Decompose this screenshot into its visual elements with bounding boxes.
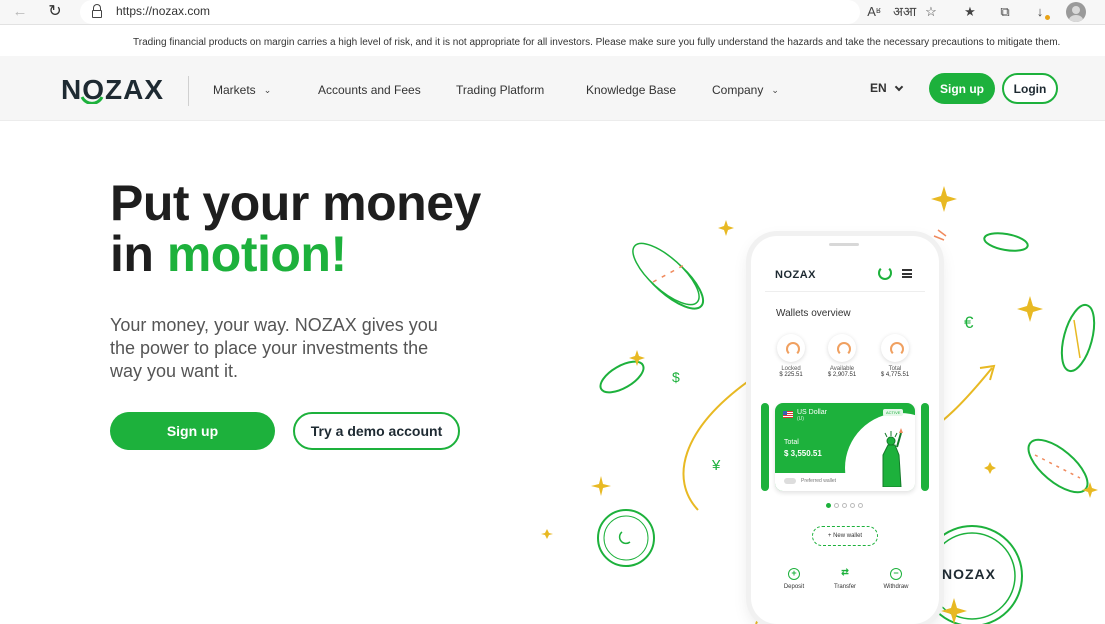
hero-title-prefix: in [110, 226, 167, 282]
hero-subtitle: Your money, your way. NOZAX gives you th… [110, 315, 438, 381]
translate-icon[interactable]: अआ [893, 3, 916, 21]
deposit-action: + Deposit [777, 568, 811, 590]
nav-trading-platform[interactable]: Trading Platform [456, 83, 544, 97]
chevron-down-icon: ⌄ [263, 85, 272, 95]
hero-title-line1: Put your money [110, 175, 481, 231]
coin-logo-text: NOZAX [942, 566, 996, 582]
phone-divider [765, 291, 925, 292]
new-wallet-label: New wallet [833, 533, 863, 539]
back-icon[interactable]: ← [10, 3, 30, 21]
hero-title-line2: in motion! [110, 229, 481, 280]
new-wallet-button: + New wallet [812, 526, 878, 546]
language-label: EN [870, 81, 887, 95]
favorites-icon[interactable]: ★ [960, 3, 980, 21]
carousel-dot [826, 503, 831, 508]
demo-account-button[interactable]: Try a demo account [293, 412, 460, 450]
nav-accounts-fees-label: Accounts and Fees [318, 83, 421, 97]
phone-mockup: NOZAX Wallets overview Locked $ 225.51 A… [751, 236, 939, 624]
statue-of-liberty-icon [882, 428, 903, 487]
us-flag-icon [783, 411, 793, 418]
active-badge: ACTIVE [883, 409, 904, 416]
nav-markets[interactable]: Markets ⌄ [213, 83, 271, 97]
reload-icon[interactable]: ↻ [45, 3, 65, 21]
nav-trading-platform-label: Trading Platform [456, 83, 545, 97]
wallet-card-prev [761, 403, 769, 491]
wallet-card-next [921, 403, 929, 491]
minus-icon: − [890, 568, 902, 580]
hero-signup-button[interactable]: Sign up [110, 412, 275, 450]
download-badge [1045, 15, 1050, 20]
gauge-icon [828, 334, 856, 362]
wallet-card-usd: US Dollar (U) ACTIVE Total $ 3,550.51 Pr… [775, 403, 915, 491]
preferred-wallet-label: Preferred wallet [801, 478, 837, 484]
collections-icon[interactable]: ⧉ [995, 3, 1015, 21]
phone-notch [829, 243, 859, 246]
stat-locked: Locked $ 225.51 [769, 334, 813, 378]
nav-company-label: Company [712, 83, 764, 97]
stat-value: $ 4,775.51 [880, 372, 910, 378]
stat-value: $ 2,907.51 [827, 372, 857, 378]
withdraw-action: − Withdraw [879, 568, 913, 590]
nav-markets-label: Markets [213, 83, 256, 97]
wallets-overview-title: Wallets overview [776, 308, 851, 319]
logo-divider [188, 76, 189, 106]
stat-value: $ 225.51 [779, 372, 803, 378]
read-aloud-icon[interactable]: Aʶ [864, 3, 884, 21]
nav-company[interactable]: Company ⌄ [712, 83, 779, 97]
action-label: Withdraw [883, 584, 909, 590]
gauge-icon [881, 334, 909, 362]
address-bar[interactable]: https://nozax.com [80, 0, 860, 24]
wallet-currency-name: US Dollar [797, 409, 827, 416]
hero-illustration: $ € ¥ NOZAX Wallets overview Locked $ 22… [530, 180, 1105, 624]
plus-icon: + [788, 568, 800, 580]
hero-title-accent: motion! [166, 226, 347, 282]
language-selector[interactable]: EN [870, 81, 904, 95]
stat-available: Available $ 2,907.51 [820, 334, 864, 378]
carousel-dot [850, 503, 855, 508]
transfer-icon: ⇄ [841, 567, 849, 577]
wallet-currency-code: (U) [797, 416, 804, 422]
yen-icon: ¥ [711, 457, 721, 474]
header-login-button[interactable]: Login [1002, 73, 1058, 104]
carousel-dot [842, 503, 847, 508]
carousel-dot [858, 503, 863, 508]
profile-avatar[interactable] [1066, 2, 1086, 22]
wallet-total-label: Total [784, 439, 799, 446]
nozax-logo-svg: NOZAX [61, 74, 164, 104]
dollar-icon: $ [672, 369, 680, 385]
nozax-logo[interactable]: NOZAX [61, 74, 189, 106]
favorite-add-icon[interactable]: ☆ [921, 3, 941, 21]
menu-icon [902, 269, 912, 278]
risk-warning-text: Trading financial products on margin car… [133, 37, 1061, 48]
action-label: Transfer [833, 584, 857, 590]
chevron-down-icon: ⌄ [771, 85, 779, 95]
nav-accounts-fees[interactable]: Accounts and Fees [318, 83, 421, 97]
lock-icon[interactable] [92, 4, 102, 19]
euro-icon: € [964, 313, 974, 332]
carousel-dot [834, 503, 839, 508]
nav-knowledge-base-label: Knowledge Base [586, 83, 677, 97]
risk-warning-banner: Trading financial products on margin car… [0, 26, 1105, 56]
carousel-dots [826, 503, 863, 508]
sync-icon [878, 266, 892, 280]
wallet-total-value: $ 3,550.51 [784, 449, 822, 458]
url-text[interactable]: https://nozax.com [116, 4, 210, 18]
logo-letters: NOZAX [61, 74, 164, 104]
phone-logo: NOZAX [775, 269, 816, 281]
header-signup-button[interactable]: Sign up [929, 73, 995, 104]
nav-knowledge-base[interactable]: Knowledge Base [586, 83, 676, 97]
action-label: Deposit [783, 584, 805, 590]
chevron-down-icon [894, 82, 904, 92]
transfer-action: ⇄ Transfer [828, 567, 862, 591]
hero-title: Put your money in motion! [110, 178, 481, 280]
stat-total: Total $ 4,775.51 [873, 334, 917, 378]
browser-toolbar: ← ↻ https://nozax.com Aʶ अआ ☆ ★ ⧉ ↓ [0, 0, 1105, 25]
preferred-wallet-toggle [784, 478, 796, 484]
site-header: NOZAX Markets ⌄ Accounts and Fees Trading… [0, 56, 1105, 121]
lock-icon [777, 334, 805, 362]
